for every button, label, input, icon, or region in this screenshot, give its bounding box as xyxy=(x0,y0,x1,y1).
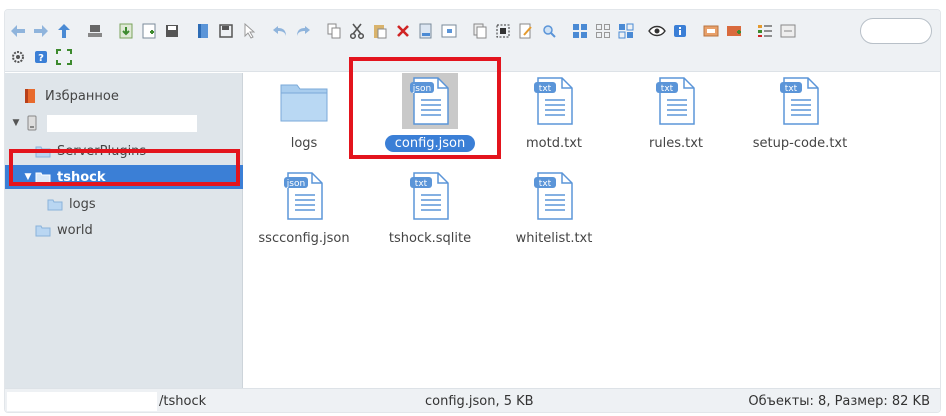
sidebar-item-logs[interactable]: logs xyxy=(5,192,243,216)
cut-icon[interactable] xyxy=(348,22,366,40)
forward-icon[interactable] xyxy=(32,22,50,40)
delete-icon[interactable] xyxy=(394,22,412,40)
chevron-down-icon[interactable]: ▼ xyxy=(11,118,21,128)
file-item-rules-txt[interactable]: txt rules.txt xyxy=(616,73,736,163)
json-file-icon: json xyxy=(402,73,458,129)
sidebar-item-label: tshock xyxy=(57,169,106,185)
svg-text:txt: txt xyxy=(539,84,552,94)
file-name: rules.txt xyxy=(649,136,703,151)
small-icons-view-icon[interactable] xyxy=(594,22,612,40)
sidebar-item-world[interactable]: world xyxy=(5,218,243,242)
file-item-sscconfig-json[interactable]: json sscconfig.json xyxy=(244,168,364,258)
back-icon[interactable] xyxy=(9,22,27,40)
resize-icon[interactable] xyxy=(440,22,458,40)
file-name: tshock.sqlite xyxy=(388,231,472,246)
archive-icon[interactable] xyxy=(725,22,743,40)
icons-view-icon[interactable] xyxy=(571,22,589,40)
folder-open-icon xyxy=(35,170,51,184)
file-item-setup-code-txt[interactable]: txt setup-code.txt xyxy=(740,73,860,163)
paste-icon[interactable] xyxy=(371,22,389,40)
svg-text:?: ? xyxy=(38,53,44,64)
open-icon[interactable] xyxy=(194,22,212,40)
file-name: sscconfig.json xyxy=(258,231,350,246)
save-icon[interactable] xyxy=(163,22,181,40)
folder-icon xyxy=(276,73,332,129)
file-item-logs[interactable]: logs xyxy=(244,73,364,163)
new-file-icon[interactable] xyxy=(140,22,158,40)
svg-text:txt: txt xyxy=(661,84,674,94)
toolbar-row-1 xyxy=(9,20,802,42)
file-name: logs xyxy=(290,136,318,151)
extract-icon[interactable] xyxy=(702,22,720,40)
drive-icon xyxy=(25,115,41,131)
sidebar-item-tshock[interactable]: ▼ tshock xyxy=(5,165,243,189)
status-bar: /tshock config.json, 5 KB Объекты: 8, Ра… xyxy=(5,388,940,412)
txt-file-icon: txt xyxy=(526,168,582,224)
path-prefix-redacted xyxy=(7,392,157,411)
resize-image-icon[interactable] xyxy=(779,22,797,40)
svg-text:txt: txt xyxy=(539,179,552,189)
txt-file-icon: txt xyxy=(402,168,458,224)
duplicate-icon[interactable] xyxy=(471,22,489,40)
file-item-tshock-sqlite[interactable]: txt tshock.sqlite xyxy=(370,168,490,258)
download-icon[interactable] xyxy=(117,22,135,40)
root-label-redacted xyxy=(47,114,197,132)
settings-icon[interactable] xyxy=(9,48,27,66)
sidebar-item-favorites[interactable]: Избранное xyxy=(5,84,243,108)
file-item-motd-txt[interactable]: txt motd.txt xyxy=(494,73,614,163)
save-as-icon[interactable] xyxy=(217,22,235,40)
search-files-icon[interactable] xyxy=(540,22,558,40)
sort-icon[interactable] xyxy=(756,22,774,40)
file-name: motd.txt xyxy=(526,136,582,151)
undo-icon[interactable] xyxy=(271,22,289,40)
current-path: /tshock xyxy=(159,394,207,409)
sidebar-item-label: ServerPlugins xyxy=(57,143,147,159)
chevron-down-icon[interactable]: ▼ xyxy=(23,172,33,182)
rename-icon[interactable] xyxy=(417,22,435,40)
redo-icon[interactable] xyxy=(294,22,312,40)
svg-text:json: json xyxy=(286,179,305,189)
json-file-icon: json xyxy=(276,168,332,224)
copy-icon[interactable] xyxy=(325,22,343,40)
bookmark-icon xyxy=(23,89,39,103)
sidebar-item-root[interactable]: ▼ xyxy=(5,111,243,135)
sidebar-item-serverplugins[interactable]: ServerPlugins xyxy=(5,139,243,163)
navigation-tree: Избранное ▼ ServerPlugins ▼ tshock logs … xyxy=(5,73,243,388)
file-name: config.json xyxy=(384,135,476,152)
file-item-whitelist-txt[interactable]: txt whitelist.txt xyxy=(494,168,614,258)
toolbar-row-2: ? xyxy=(9,46,78,68)
file-item-config-json[interactable]: json config.json xyxy=(370,73,490,163)
selection-info: config.json, 5 KB xyxy=(425,394,534,409)
svg-text:txt: txt xyxy=(415,179,428,189)
edit-icon[interactable] xyxy=(517,22,535,40)
up-icon[interactable] xyxy=(55,22,73,40)
list-view-icon[interactable] xyxy=(617,22,635,40)
sidebar-item-label: logs xyxy=(69,196,96,212)
folder-icon xyxy=(35,144,51,158)
info-icon[interactable] xyxy=(671,22,689,40)
file-manager-window: ? Избранное ▼ ServerPlugins ▼ tshock log… xyxy=(4,9,941,413)
folder-icon xyxy=(35,223,51,237)
file-name: whitelist.txt xyxy=(515,231,593,246)
help-icon[interactable]: ? xyxy=(32,48,50,66)
toolbar: ? xyxy=(5,10,940,72)
txt-file-icon: txt xyxy=(772,73,828,129)
select-all-icon[interactable] xyxy=(494,22,512,40)
folder-totals: Объекты: 8, Размер: 82 KB xyxy=(748,394,930,409)
svg-text:txt: txt xyxy=(785,84,798,94)
sidebar-item-label: world xyxy=(57,222,93,238)
drive-icon[interactable] xyxy=(86,22,104,40)
file-grid: logs json config.json txt motd.txt txt r… xyxy=(244,73,940,388)
sidebar-item-label: Избранное xyxy=(45,88,119,104)
fullscreen-icon[interactable] xyxy=(55,48,73,66)
folder-icon xyxy=(47,197,63,211)
file-name: setup-code.txt xyxy=(752,136,848,151)
preview-icon[interactable] xyxy=(648,22,666,40)
select-icon[interactable] xyxy=(240,22,258,40)
txt-file-icon: txt xyxy=(526,73,582,129)
svg-text:json: json xyxy=(412,84,431,94)
search-input[interactable] xyxy=(860,18,932,44)
txt-file-icon: txt xyxy=(648,73,704,129)
